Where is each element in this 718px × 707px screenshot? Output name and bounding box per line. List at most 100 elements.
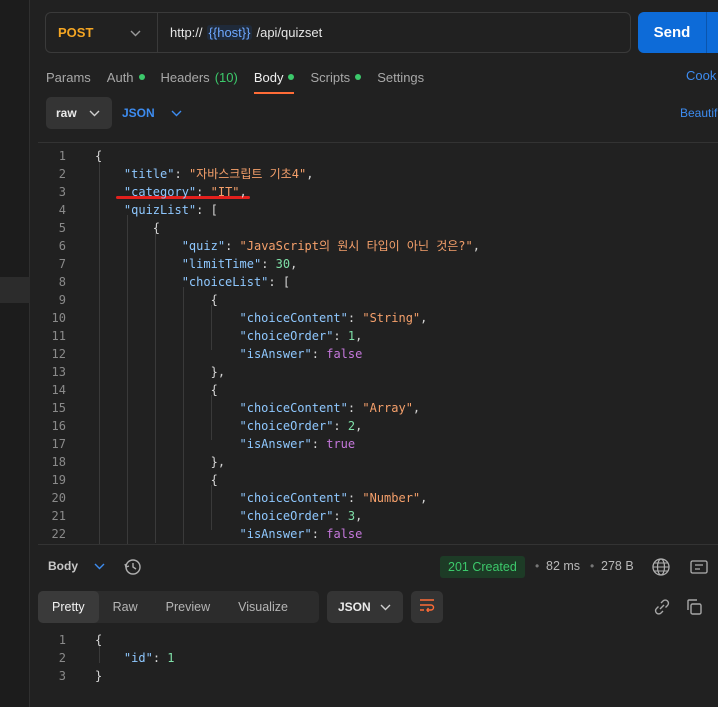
cookies-link[interactable]: Cook — [686, 68, 716, 83]
code-text: "isAnswer": true — [239, 437, 356, 451]
code-line: 17 "isAnswer": true — [38, 435, 718, 453]
line-number: 20 — [51, 491, 66, 505]
request-panel: POST http:// {{host}} /api/quizset Send … — [30, 0, 718, 707]
code-line: 14 { — [38, 381, 718, 399]
method-select[interactable]: POST — [46, 13, 158, 52]
code-text: "quiz": "JavaScript의 원시 타입이 아닌 것은?", — [181, 239, 480, 253]
beautify-link[interactable]: Beautif — [680, 106, 717, 120]
code-line: 22 "isAnswer": false — [38, 525, 718, 543]
code-text: "isAnswer": false — [239, 527, 363, 541]
code-line: 5 { — [38, 219, 718, 237]
status-dot — [138, 74, 145, 80]
code-text: "category": "IT", — [123, 185, 247, 199]
response-size[interactable]: 278 B — [601, 559, 634, 573]
code-line: 10 "choiceContent": "String", — [38, 309, 718, 327]
code-line: 8 "choiceList": [ — [38, 273, 718, 291]
response-format-select[interactable]: JSON — [327, 591, 403, 623]
tab-auth[interactable]: Auth — [107, 68, 145, 92]
tab-label: Scripts — [310, 69, 351, 85]
history-icon[interactable] — [122, 556, 144, 578]
chevron-down-icon — [89, 106, 100, 120]
code-line: 9 { — [38, 291, 718, 309]
tab-scripts[interactable]: Scripts — [310, 68, 362, 92]
line-number: 15 — [51, 401, 66, 415]
line-number: 4 — [58, 203, 66, 217]
code-text: "choiceContent": "Array", — [239, 401, 421, 415]
line-number: 10 — [51, 311, 66, 325]
code-line: 23 }, — [38, 543, 718, 544]
code-line: 6 "quiz": "JavaScript의 원시 타입이 아닌 것은?", — [38, 237, 718, 255]
url-path: /api/quizset — [256, 25, 323, 40]
code-line: 3} — [38, 667, 718, 685]
view-tab-visualize[interactable]: Visualize — [224, 591, 302, 623]
code-line: 12 "isAnswer": false — [38, 345, 718, 363]
response-body-label: Body — [48, 559, 78, 573]
wrap-lines-icon — [419, 598, 435, 617]
line-number: 1 — [58, 149, 66, 163]
line-number: 3 — [58, 185, 66, 199]
chevron-down-icon — [130, 26, 141, 40]
view-tab-pretty[interactable]: Pretty — [38, 591, 99, 623]
tab-params[interactable]: Params — [46, 68, 91, 92]
tab-count: (10) — [214, 69, 238, 85]
response-body-viewer[interactable]: 1{2 "id": 1 3} — [38, 627, 718, 687]
tab-label: Params — [46, 69, 91, 85]
code-line: 2 "title": "자바스크립트 기초4", — [38, 165, 718, 183]
body-format-label: JSON — [122, 106, 155, 120]
code-line: 21 "choiceOrder": 3, — [38, 507, 718, 525]
method-label: POST — [58, 25, 94, 40]
status-badge[interactable]: 201 Created — [440, 556, 525, 578]
code-text: "quizList": [ — [123, 203, 218, 217]
tab-label: Headers — [160, 69, 210, 85]
send-button[interactable]: Send — [638, 12, 706, 53]
wrap-lines-button[interactable] — [411, 591, 443, 623]
tab-headers[interactable]: Headers (10) — [161, 68, 238, 92]
line-number: 2 — [58, 167, 66, 181]
link-icon[interactable] — [652, 597, 672, 617]
copy-icon[interactable] — [684, 597, 704, 617]
body-mode-select[interactable]: raw — [46, 97, 112, 129]
tab-body[interactable]: Body — [253, 68, 295, 94]
chevron-down-icon — [171, 106, 182, 120]
line-number: 17 — [51, 437, 66, 451]
separator: • — [535, 559, 540, 573]
code-text: } — [95, 669, 103, 683]
save-response-icon[interactable] — [688, 556, 710, 578]
line-number: 11 — [51, 329, 66, 343]
body-format-select[interactable]: JSON — [122, 97, 182, 129]
tab-label: Auth — [106, 69, 134, 85]
code-text: "choiceOrder": 2, — [239, 419, 363, 433]
tab-settings[interactable]: Settings — [377, 68, 424, 92]
line-number: 18 — [51, 455, 66, 469]
request-body-editor[interactable]: 1{2 "title": "자바스크립트 기초4", 3 "category": … — [38, 142, 718, 545]
status-dot — [355, 74, 362, 80]
globe-icon[interactable] — [650, 556, 672, 578]
code-line: 3 "category": "IT", — [38, 183, 718, 201]
line-number: 9 — [58, 293, 66, 307]
view-tab-raw[interactable]: Raw — [99, 591, 152, 623]
code-line: 2 "id": 1 — [38, 649, 718, 667]
separator: • — [590, 559, 595, 573]
code-text: "choiceOrder": 3, — [239, 509, 363, 523]
code-line: 11 "choiceOrder": 1, — [38, 327, 718, 345]
response-time[interactable]: 82 ms — [546, 559, 580, 573]
status-dot — [288, 74, 295, 80]
code-text: "choiceOrder": 1, — [239, 329, 363, 343]
sidebar-selected-item[interactable] — [0, 277, 30, 303]
send-options-button[interactable] — [706, 12, 718, 53]
line-number: 12 — [51, 347, 66, 361]
line-number: 16 — [51, 419, 66, 433]
line-number: 7 — [58, 257, 66, 271]
code-text: "choiceContent": "Number", — [239, 491, 428, 505]
body-mode-label: raw — [56, 106, 77, 120]
code-text: "choiceList": [ — [181, 275, 291, 289]
url-input[interactable]: http:// {{host}} /api/quizset — [158, 25, 322, 40]
response-body-select[interactable]: Body — [48, 559, 105, 573]
line-number: 13 — [51, 365, 66, 379]
tab-label: Body — [253, 69, 284, 85]
code-text: }, — [95, 455, 226, 469]
url-prefix: http:// — [170, 25, 203, 40]
code-line: 1{ — [38, 631, 718, 649]
view-tab-preview[interactable]: Preview — [152, 591, 224, 623]
sidebar-strip — [0, 0, 30, 707]
